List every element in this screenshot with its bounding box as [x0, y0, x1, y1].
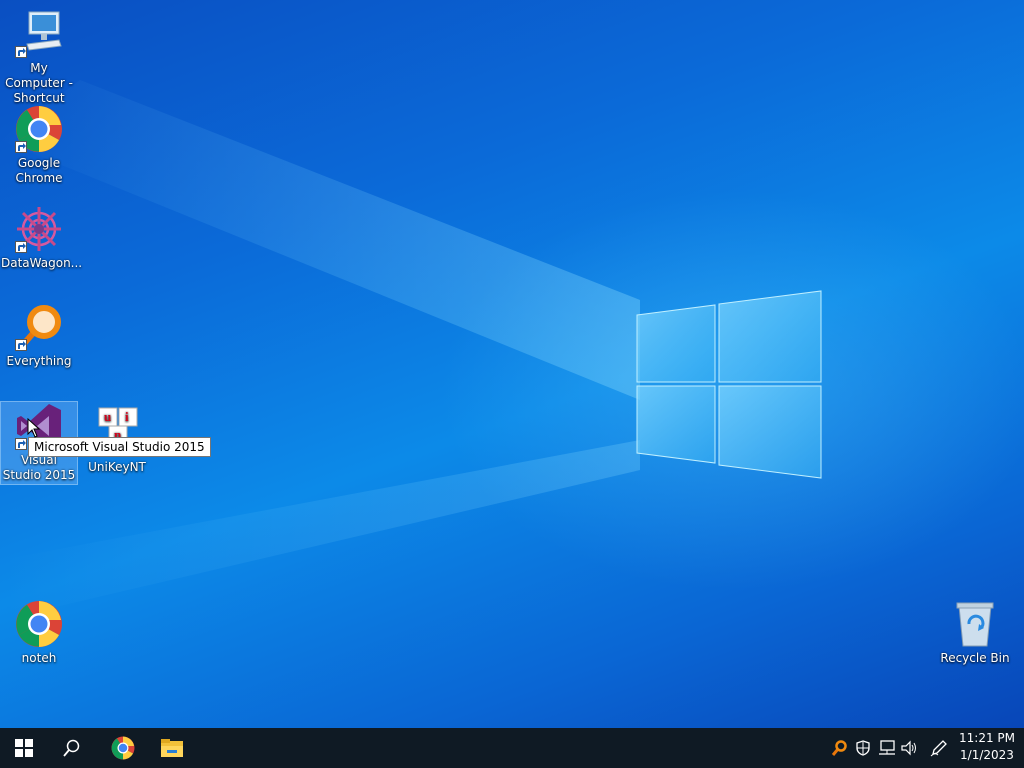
shortcut-arrow-icon: [15, 339, 27, 351]
desktop[interactable]: My Computer - Shortcut Google Chrome Dat…: [0, 0, 1024, 728]
shortcut-arrow-icon: [15, 438, 27, 450]
datawagon-icon: [15, 205, 63, 253]
desktop-icon-label: UniKeyNT: [88, 460, 146, 474]
desktop-icon-label: Google Chrome: [15, 156, 63, 185]
desktop-icon-google-chrome[interactable]: Google Chrome: [1, 105, 77, 186]
svg-text:i: i: [125, 409, 129, 424]
svg-text:u: u: [104, 409, 111, 424]
mouse-cursor-icon: [27, 418, 41, 438]
clock-date: 1/1/2023: [960, 748, 1014, 762]
search-button[interactable]: [48, 728, 96, 768]
tray-security-icon[interactable]: [853, 738, 873, 758]
desktop-icon-label: Everything: [6, 354, 72, 368]
shortcut-arrow-icon: [15, 46, 27, 58]
desktop-icon-label: noteh: [21, 651, 57, 665]
taskbar-file-explorer-button[interactable]: [148, 728, 196, 768]
magnifier-icon: [15, 303, 63, 351]
desktop-icon-noteh[interactable]: noteh: [1, 600, 77, 666]
desktop-icon-recycle-bin[interactable]: Recycle Bin: [937, 600, 1013, 666]
desktop-icon-everything[interactable]: Everything: [1, 303, 77, 369]
tray-everything-icon[interactable]: [829, 738, 849, 758]
tray-volume-icon[interactable]: [900, 738, 920, 758]
desktop-icon-label: DataWagon...: [1, 256, 83, 270]
chrome-icon: [111, 736, 135, 760]
shortcut-arrow-icon: [15, 241, 27, 253]
desktop-icon-my-computer[interactable]: My Computer - Shortcut: [1, 10, 77, 106]
windows-start-icon: [15, 739, 33, 757]
tooltip: Microsoft Visual Studio 2015: [28, 437, 211, 457]
chrome-icon: [15, 600, 63, 648]
recycle-bin-icon: [951, 600, 999, 648]
computer-icon: [15, 10, 63, 58]
desktop-icon-datawagon[interactable]: DataWagon...: [1, 205, 83, 271]
folder-icon: [161, 739, 183, 757]
shortcut-arrow-icon: [15, 141, 27, 153]
clock-time: 11:21 PM: [959, 731, 1015, 745]
tray-network-icon[interactable]: [877, 738, 897, 758]
taskbar-chrome-button[interactable]: [99, 728, 147, 768]
desktop-icon-label: My Computer - Shortcut: [5, 61, 73, 105]
search-icon: [63, 739, 80, 757]
chrome-icon: [15, 105, 63, 153]
taskbar-clock[interactable]: 11:21 PM 1/1/2023: [958, 730, 1016, 766]
desktop-icon-label: Recycle Bin: [940, 651, 1010, 665]
windows-logo-wallpaper: [636, 290, 822, 479]
desktop-icon-label: Visual Studio 2015: [2, 453, 76, 482]
taskbar: 11:21 PM 1/1/2023: [0, 728, 1024, 768]
tray-pen-icon[interactable]: [929, 738, 949, 758]
start-button[interactable]: [0, 728, 48, 768]
